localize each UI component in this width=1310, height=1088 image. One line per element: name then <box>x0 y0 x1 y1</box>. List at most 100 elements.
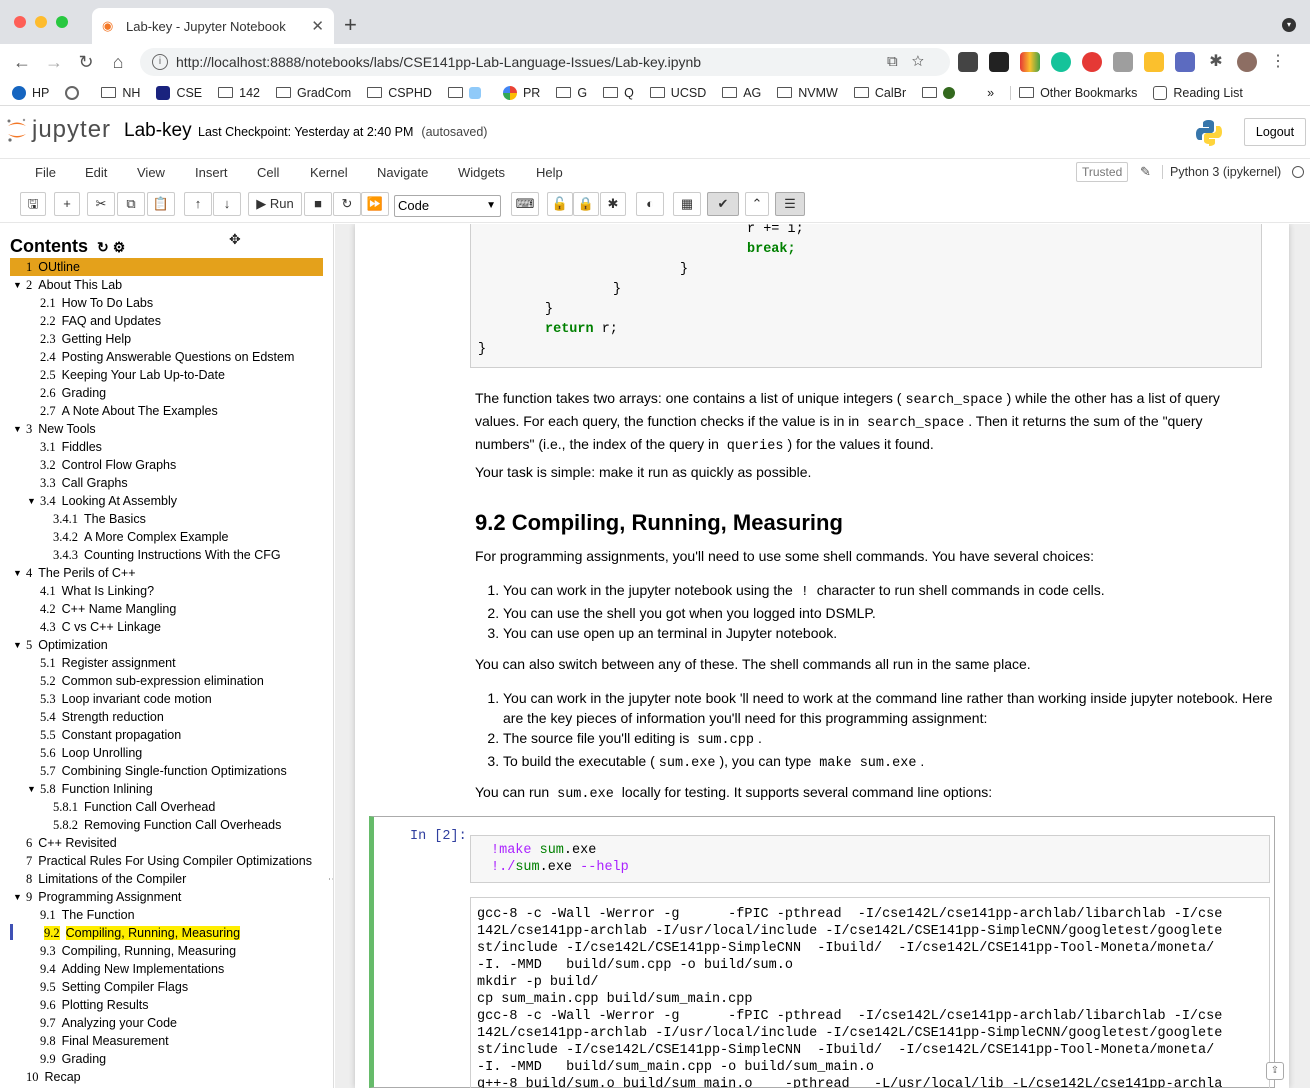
sidebar-resize-handle[interactable]: ⋮ <box>327 874 333 884</box>
code-cell-tail[interactable]: r += i; break; } } } return r; } <box>470 224 1262 368</box>
toc-toggle-icon[interactable]: ☰ <box>775 192 805 216</box>
bookmark-folder[interactable]: UCSD <box>649 86 706 100</box>
toc-item[interactable]: ▼ 9 Programming Assignment <box>0 888 333 906</box>
lock-closed-icon[interactable]: 🔒 <box>573 192 599 216</box>
toc-item[interactable]: 9.4 Adding New Implementations <box>0 960 333 978</box>
extension-icon[interactable] <box>1020 52 1040 72</box>
selected-code-cell[interactable]: In [2]: !make sum.exe !./sum.exe --help … <box>369 816 1275 1088</box>
gear-icon[interactable]: ⚙ <box>113 239 126 255</box>
minimize-window-button[interactable] <box>35 16 47 28</box>
toc-item[interactable]: 4.2 C++ Name Mangling <box>0 600 333 618</box>
restart-run-all-icon[interactable]: ⏩ <box>361 192 389 216</box>
kernel-name[interactable]: Python 3 (ipykernel) <box>1162 165 1281 179</box>
tab-search-icon[interactable]: ▾ <box>1282 18 1296 32</box>
toc-item[interactable]: 3.3 Call Graphs <box>0 474 333 492</box>
keyboard-icon[interactable]: ⌨ <box>511 192 539 216</box>
restart-icon[interactable]: ↻ <box>333 192 361 216</box>
cut-icon[interactable]: ✂ <box>87 192 115 216</box>
menu-insert[interactable]: Insert <box>195 165 228 180</box>
toc-item[interactable]: 3.2 Control Flow Graphs <box>0 456 333 474</box>
menu-edit[interactable]: Edit <box>85 165 107 180</box>
toc-item[interactable]: 2.4 Posting Answerable Questions on Edste… <box>0 348 333 366</box>
toc-item[interactable]: 9.6 Plotting Results <box>0 996 333 1014</box>
toc-item[interactable]: 1 OUtline <box>10 258 323 276</box>
menu-view[interactable]: View <box>137 165 165 180</box>
browser-tab[interactable]: ◉ Lab-key - Jupyter Notebook ✕ <box>92 8 334 44</box>
bookmark-folder[interactable] <box>922 86 961 99</box>
toc-item[interactable]: 2.7 A Note About The Examples <box>0 402 333 420</box>
toc-item[interactable]: 8 Limitations of the Compiler <box>0 870 333 888</box>
interrupt-icon[interactable]: ■ <box>304 192 332 216</box>
cell-type-select[interactable]: Code ▼ <box>394 195 501 217</box>
insert-cell-icon[interactable]: + <box>54 192 80 216</box>
toc-item[interactable]: ▼ 5.8 Function Inlining <box>0 780 333 798</box>
maximize-window-button[interactable] <box>56 16 68 28</box>
collapse-triangle-icon[interactable]: ▼ <box>27 780 36 798</box>
forward-icon[interactable]: → <box>38 52 70 73</box>
adblock-icon[interactable] <box>1082 52 1102 72</box>
toc-item[interactable]: 10 Recap <box>0 1068 333 1086</box>
move-down-icon[interactable]: ↓ <box>213 192 241 216</box>
toc-item[interactable]: 2.1 How To Do Labs <box>0 294 333 312</box>
toc-item[interactable]: 5.8.2 Removing Function Call Overheads <box>0 816 333 834</box>
collapse-triangle-icon[interactable]: ▼ <box>13 636 22 654</box>
move-up-icon[interactable]: ↑ <box>184 192 212 216</box>
menu-kernel[interactable]: Kernel <box>310 165 348 180</box>
bookmark-folder[interactable]: Q <box>603 86 634 100</box>
collapse-triangle-icon[interactable]: ▼ <box>13 420 22 438</box>
close-tab-icon[interactable]: ✕ <box>311 17 324 35</box>
bookmark-folder[interactable]: CSPHD <box>367 86 432 100</box>
extension-icon[interactable] <box>1113 52 1133 72</box>
reload-icon[interactable]: ↻ <box>70 52 102 73</box>
toc-item[interactable]: 5.3 Loop invariant code motion <box>0 690 333 708</box>
reading-list-button[interactable]: Reading List <box>1153 85 1243 100</box>
more-bookmarks-icon[interactable]: » <box>987 86 994 100</box>
toc-item[interactable]: 9.9 Grading <box>0 1050 333 1068</box>
toc-item[interactable]: ▼ 3.4 Looking At Assembly <box>0 492 333 510</box>
bookmark-item[interactable]: CSE <box>156 85 202 100</box>
toc-item[interactable]: 5.1 Register assignment <box>0 654 333 672</box>
lock-icon[interactable]: 🔓 <box>547 192 573 216</box>
scroll-to-top-icon[interactable]: ⇪ <box>1266 1062 1284 1080</box>
collapse-triangle-icon[interactable]: ▼ <box>13 276 22 294</box>
toc-item[interactable]: 5.6 Loop Unrolling <box>0 744 333 762</box>
menu-widgets[interactable]: Widgets <box>458 165 505 180</box>
toc-item[interactable]: 3.4.2 A More Complex Example <box>0 528 333 546</box>
toc-item[interactable]: ▼ 2 About This Lab <box>0 276 333 294</box>
toc-item[interactable]: ▼ 4 The Perils of C++ <box>0 564 333 582</box>
toc-item[interactable]: 2.3 Getting Help <box>0 330 333 348</box>
toc-item[interactable]: 9.1 The Function <box>0 906 333 924</box>
check-icon[interactable]: ✔ <box>707 192 739 216</box>
toc-item[interactable]: 9.5 Setting Compiler Flags <box>0 978 333 996</box>
collapse-triangle-icon[interactable]: ▼ <box>13 564 22 582</box>
notebook-name[interactable]: Lab-key <box>124 120 192 142</box>
toc-item[interactable]: 2.5 Keeping Your Lab Up-to-Date <box>0 366 333 384</box>
other-bookmarks-folder[interactable]: Other Bookmarks <box>1010 85 1137 100</box>
toc-item[interactable]: 9.3 Compiling, Running, Measuring <box>0 942 333 960</box>
home-icon[interactable]: ⌂ <box>102 52 134 73</box>
profile-avatar[interactable] <box>1237 52 1257 72</box>
toc-item[interactable]: 9.8 Final Measurement <box>0 1032 333 1050</box>
new-tab-icon[interactable]: + <box>344 12 357 38</box>
logout-button[interactable]: Logout <box>1244 118 1306 146</box>
toc-item[interactable]: 6 C++ Revisited <box>0 834 333 852</box>
menu-cell[interactable]: Cell <box>257 165 279 180</box>
toc-item[interactable]: ▼ 3 New Tools <box>0 420 333 438</box>
bookmark-folder[interactable]: CalBr <box>853 86 906 100</box>
browser-menu-icon[interactable]: ⋮ <box>1268 52 1288 72</box>
menu-file[interactable]: File <box>35 165 56 180</box>
code-input[interactable]: !make sum.exe !./sum.exe --help <box>470 835 1270 883</box>
bookmark-item[interactable]: PR <box>502 85 540 100</box>
bookmark-item[interactable]: HP <box>12 85 49 100</box>
bookmark-folder[interactable]: G <box>556 86 587 100</box>
toc-item[interactable]: 4.3 C vs C++ Linkage <box>0 618 333 636</box>
save-icon[interactable]: 🖫 <box>20 192 46 216</box>
toc-item[interactable]: 9.7 Analyzing your Code <box>0 1014 333 1032</box>
bookmark-folder[interactable]: 142 <box>218 86 260 100</box>
trusted-indicator[interactable]: Trusted <box>1076 162 1129 182</box>
toggle-icon[interactable]: ◐ <box>636 192 664 216</box>
extension-icon[interactable] <box>1144 52 1164 72</box>
calculator-icon[interactable]: ▦ <box>673 192 701 216</box>
address-bar[interactable]: i http://localhost:8888/notebooks/labs/C… <box>140 48 950 76</box>
collapse-triangle-icon[interactable]: ▼ <box>27 492 36 510</box>
